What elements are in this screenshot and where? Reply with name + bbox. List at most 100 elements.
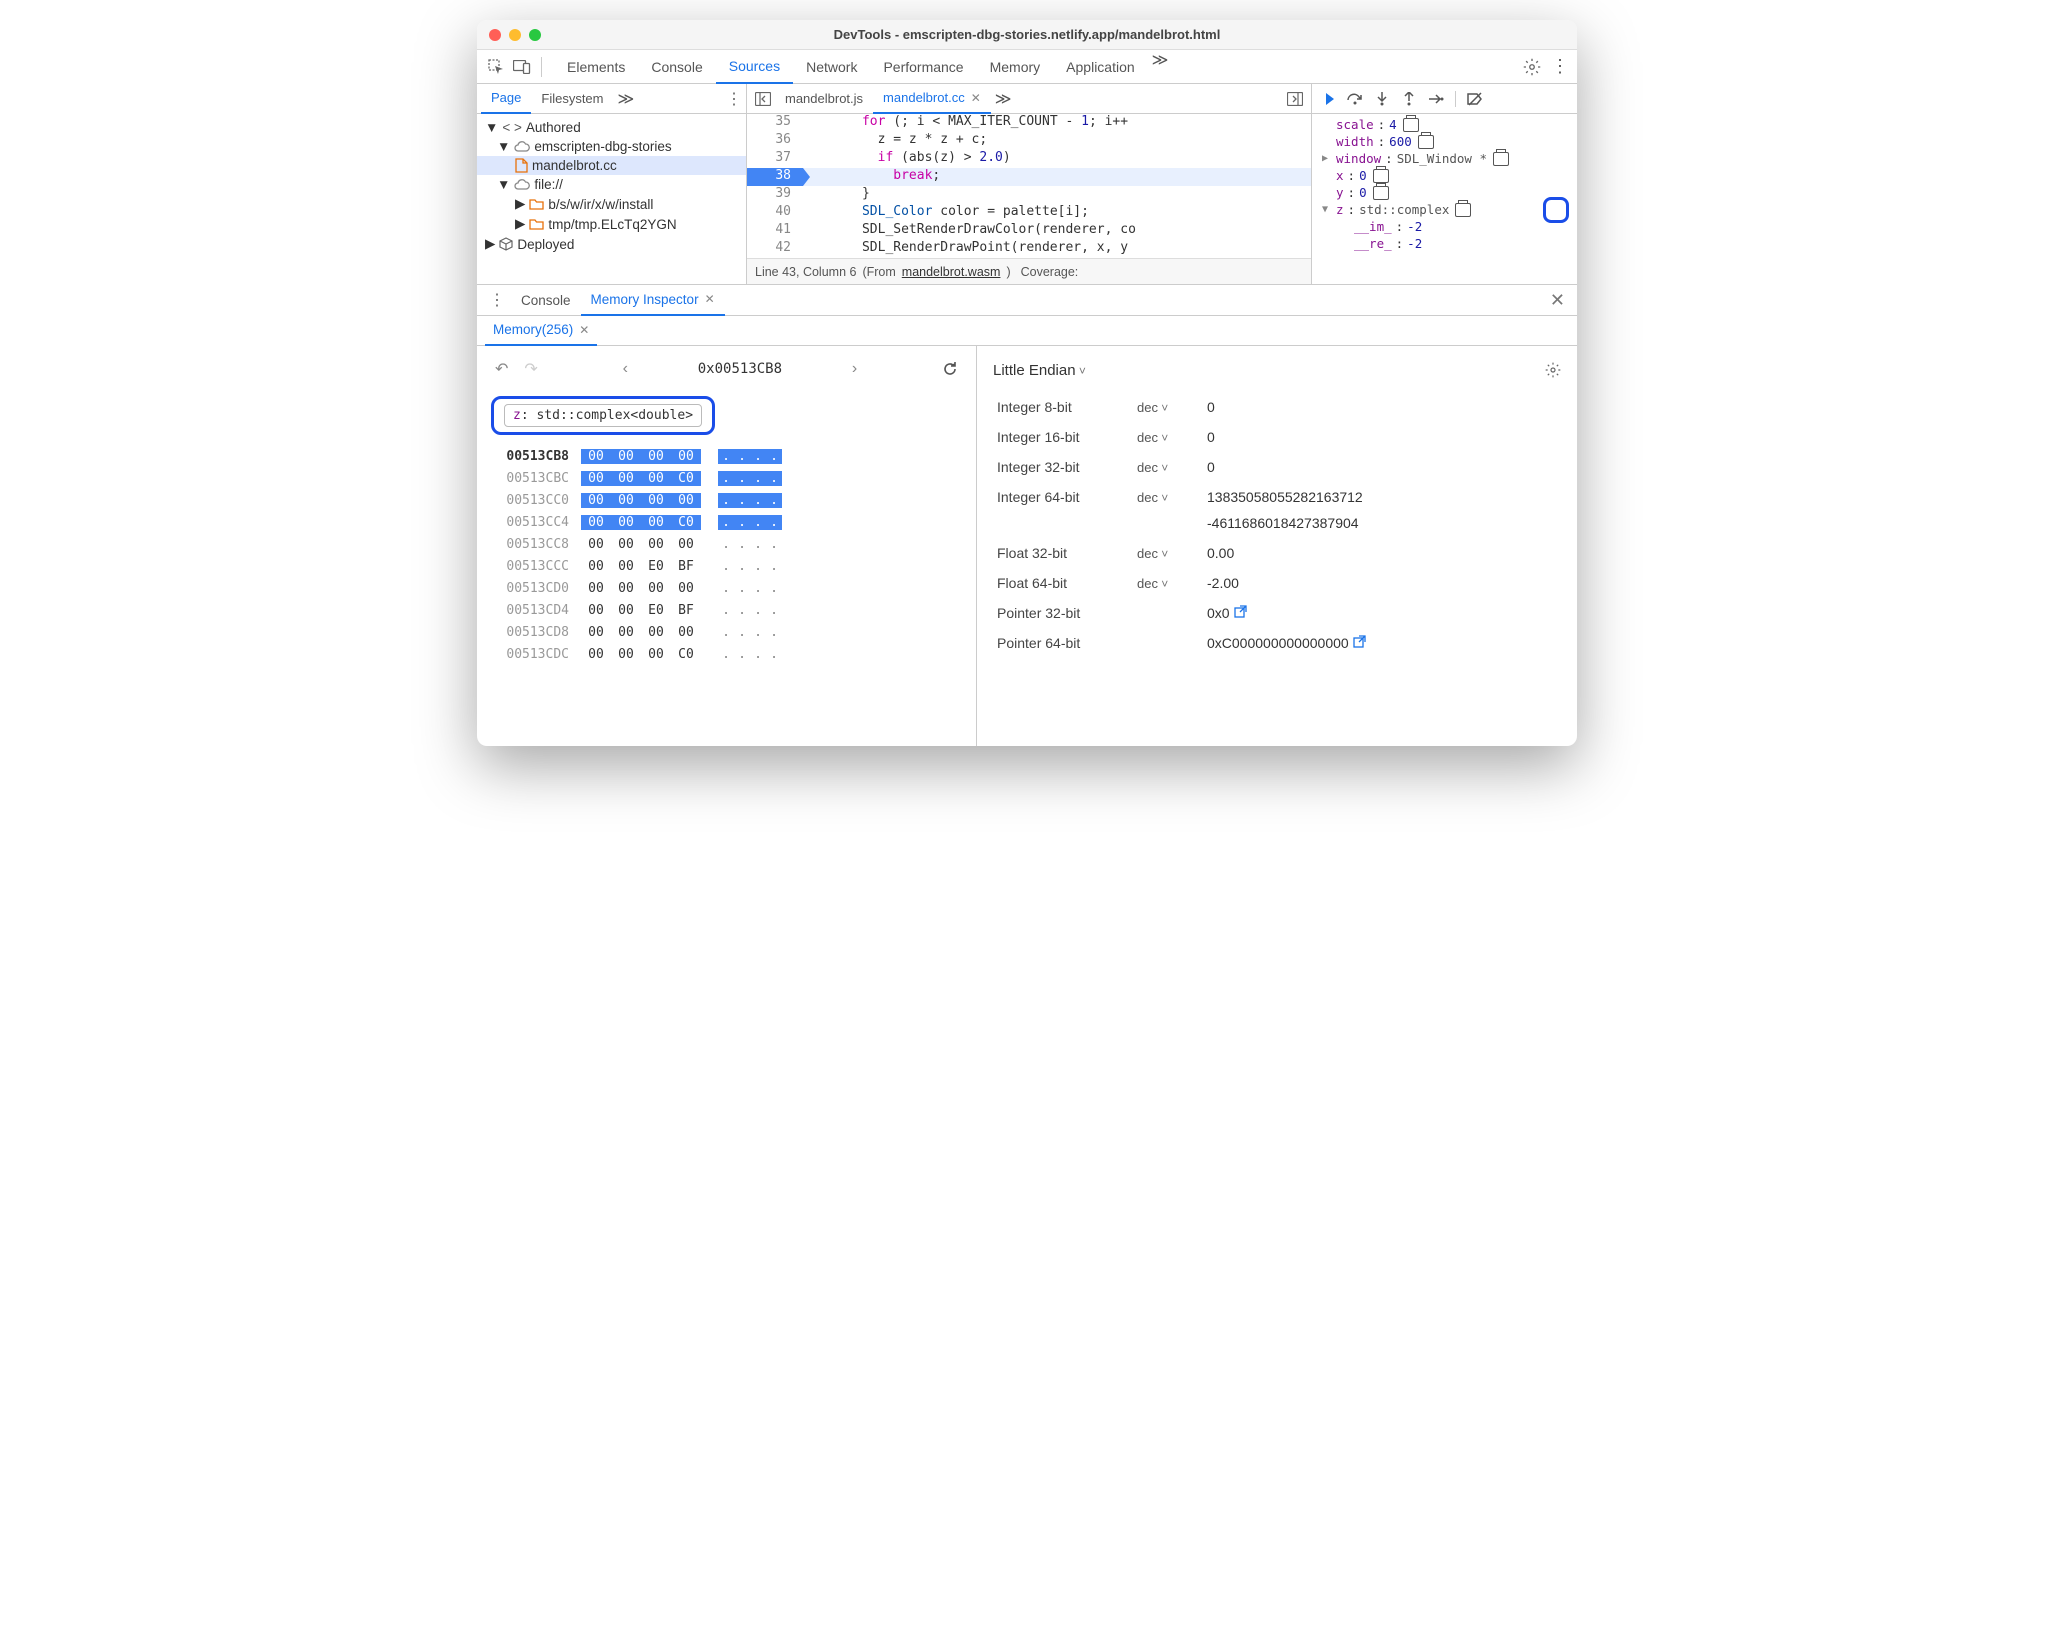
tab-elements[interactable]: Elements [554,50,638,84]
hex-grid[interactable]: 00513CB800000000....00513CBC000000C0....… [491,445,962,665]
format-selector[interactable]: dec [1137,576,1168,591]
scope-variable[interactable]: x: 0 [1318,167,1571,184]
scope-variable[interactable]: ▼z: std::complex [1318,201,1571,218]
resume-icon[interactable] [1320,91,1336,107]
tab-application[interactable]: Application [1053,50,1148,84]
hex-row[interactable]: 00513CC4000000C0.... [491,511,962,533]
code-line[interactable]: 40 SDL_Color color = palette[i]; [747,204,1311,222]
tab-console[interactable]: Console [638,50,715,84]
format-selector[interactable]: dec [1137,430,1168,445]
drawer-menu-icon[interactable]: ⋮ [483,290,511,310]
window-title: DevTools - emscripten-dbg-stories.netlif… [477,27,1577,42]
scope-variable[interactable]: width: 600 [1318,133,1571,150]
tab-network[interactable]: Network [793,50,870,84]
endianness-selector[interactable]: Little Endian [993,362,1086,379]
tree-file-mandelbrot[interactable]: mandelbrot.cc [477,156,746,175]
tree-authored[interactable]: ▼ < > Authored [477,118,746,137]
code-line[interactable]: 36 z = z * z + c; [747,132,1311,150]
nav-tab-filesystem[interactable]: Filesystem [531,84,613,114]
more-menu-icon[interactable]: ⋮ [1551,56,1569,77]
scope-variable[interactable]: y: 0 [1318,184,1571,201]
code-line[interactable]: 37 if (abs(z) > 2.0) [747,150,1311,168]
close-drawer-icon[interactable]: ✕ [1544,290,1571,311]
page-next-icon[interactable]: › [848,360,861,378]
show-navigator-icon[interactable] [751,92,775,106]
address-input[interactable] [640,356,840,382]
drawer-tab-console[interactable]: Console [511,284,581,316]
step-out-icon[interactable] [1401,91,1417,107]
format-selector[interactable]: dec [1137,400,1168,415]
hex-row[interactable]: 00513CB800000000.... [491,445,962,467]
external-link-icon[interactable] [1234,605,1247,621]
tab-memory[interactable]: Memory [977,50,1054,84]
deactivate-breakpoints-icon[interactable] [1467,91,1483,107]
drawer-tab-memory-inspector[interactable]: Memory Inspector ✕ [581,284,725,316]
more-tabs-icon[interactable]: ≫ [1152,50,1169,84]
scope-variable[interactable]: __im_: -2 [1318,218,1571,235]
step-into-icon[interactable] [1374,91,1390,107]
scope-variable[interactable]: ▶window: SDL_Window * [1318,150,1571,167]
format-selector[interactable]: dec [1137,546,1168,561]
tree-file-root[interactable]: ▼ file:// [477,175,746,194]
tab-performance[interactable]: Performance [870,50,976,84]
tree-folder-2[interactable]: ▶ tmp/tmp.ELcTq2YGN [477,214,746,234]
interpreter-settings-icon[interactable] [1545,362,1561,378]
external-link-icon[interactable] [1353,635,1366,651]
close-sub-tab-icon[interactable]: ✕ [579,323,589,337]
hex-row[interactable]: 00513CDC000000C0.... [491,643,962,665]
step-over-icon[interactable] [1347,91,1363,107]
hex-row[interactable]: 00513CC000000000.... [491,489,962,511]
history-forward-icon[interactable]: ↷ [520,359,541,379]
page-prev-icon[interactable]: ‹ [619,360,632,378]
scope-variable[interactable]: scale: 4 [1318,116,1571,133]
nav-menu-icon[interactable]: ⋮ [726,89,742,109]
hex-row[interactable]: 00513CBC000000C0.... [491,467,962,489]
device-icon[interactable] [511,56,533,78]
hex-row[interactable]: 00513CD800000000.... [491,621,962,643]
history-back-icon[interactable]: ↶ [491,359,512,379]
tree-deployed[interactable]: ▶ Deployed [477,234,746,254]
value-row: Integer 16-bitdec0 [993,422,1561,452]
source-map-link[interactable]: mandelbrot.wasm [902,265,1001,279]
chevron-right-icon: ▶ [485,236,495,252]
inspect-icon[interactable] [485,56,507,78]
show-debugger-icon[interactable] [1283,92,1307,106]
code-line[interactable]: 42 SDL_RenderDrawPoint(renderer, x, y [747,240,1311,258]
tree-origin[interactable]: ▼ emscripten-dbg-stories [477,137,746,156]
file-tabs: mandelbrot.js mandelbrot.cc ✕ ≫ [747,84,1311,114]
memory-object-chip[interactable]: z: std::complex<double> [491,396,715,435]
file-tab-js[interactable]: mandelbrot.js [775,84,873,114]
reveal-memory-icon[interactable] [1418,135,1434,149]
panel-row: Page Filesystem ≫ ⋮ ▼ < > Authored ▼ ems… [477,84,1577,284]
reveal-memory-icon[interactable] [1403,118,1419,132]
settings-icon[interactable] [1523,58,1541,76]
code-line[interactable]: 35 for (; i < MAX_ITER_COUNT - 1; i++ [747,114,1311,132]
hex-row[interactable]: 00513CC800000000.... [491,533,962,555]
source-panel: mandelbrot.js mandelbrot.cc ✕ ≫ 35 for (… [747,84,1312,284]
scope-variable[interactable]: __re_: -2 [1318,235,1571,252]
reveal-memory-icon[interactable] [1373,186,1389,200]
file-tab-cc[interactable]: mandelbrot.cc ✕ [873,84,991,114]
reveal-memory-icon[interactable] [1493,152,1509,166]
format-selector[interactable]: dec [1137,490,1168,505]
refresh-icon[interactable] [938,361,962,377]
code-line[interactable]: 38 break; [747,168,1311,186]
more-files-icon[interactable]: ≫ [995,89,1012,109]
code-line[interactable]: 39 } [747,186,1311,204]
memory-buffer-tab[interactable]: Memory(256) ✕ [485,316,597,346]
tree-folder-1[interactable]: ▶ b/s/w/ir/x/w/install [477,194,746,214]
hex-row[interactable]: 00513CD000000000.... [491,577,962,599]
code-editor[interactable]: 35 for (; i < MAX_ITER_COUNT - 1; i++36 … [747,114,1311,258]
code-line[interactable]: 41 SDL_SetRenderDrawColor(renderer, co [747,222,1311,240]
format-selector[interactable]: dec [1137,460,1168,475]
step-icon[interactable] [1428,91,1444,107]
hex-row[interactable]: 00513CD40000E0BF.... [491,599,962,621]
nav-more-icon[interactable]: ≫ [618,89,635,109]
hex-row[interactable]: 00513CCC0000E0BF.... [491,555,962,577]
tab-sources[interactable]: Sources [716,50,793,84]
reveal-memory-icon[interactable] [1455,203,1471,217]
close-drawer-tab-icon[interactable]: ✕ [705,292,715,306]
reveal-memory-icon[interactable] [1373,169,1389,183]
close-tab-icon[interactable]: ✕ [971,91,981,105]
nav-tab-page[interactable]: Page [481,84,531,114]
